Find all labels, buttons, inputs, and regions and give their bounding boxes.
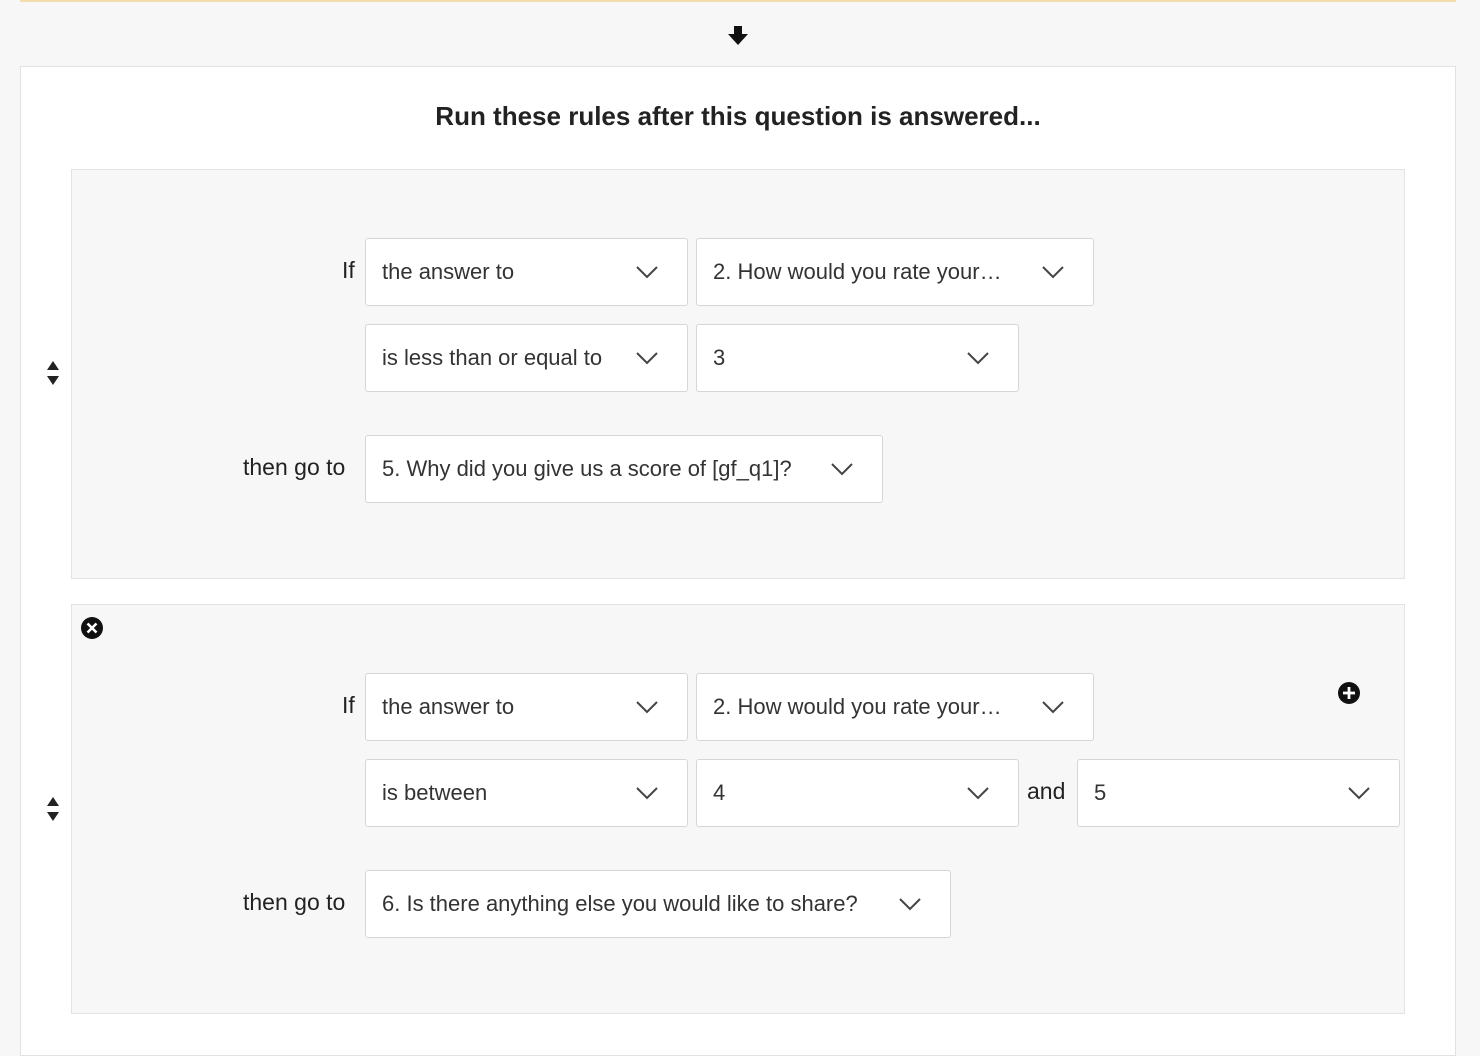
arrow-down-icon xyxy=(728,26,748,45)
chevron-down-icon xyxy=(1347,786,1371,800)
chevron-down-icon xyxy=(966,351,990,365)
target-question-value: 6. Is there anything else you would like… xyxy=(382,891,858,916)
sort-icon[interactable] xyxy=(44,358,62,388)
value-select[interactable]: 3 xyxy=(696,324,1019,392)
subject-select-value: the answer to xyxy=(382,694,515,719)
chevron-down-icon xyxy=(635,700,659,714)
target-question-select[interactable]: 5. Why did you give us a score of [gf_q1… xyxy=(365,435,883,503)
question-select[interactable]: 2. How would you rate your… xyxy=(696,673,1094,741)
subject-select-value: the answer to xyxy=(382,259,515,284)
value-select[interactable]: 4 xyxy=(696,759,1019,827)
second-value-select-value: 5 xyxy=(1094,780,1107,805)
previous-section-edge xyxy=(20,0,1456,2)
value-select-value: 3 xyxy=(713,345,726,370)
chevron-down-icon xyxy=(635,351,659,365)
chevron-down-icon xyxy=(966,786,990,800)
operator-select-value: is between xyxy=(382,780,488,805)
operator-select[interactable]: is less than or equal to xyxy=(365,324,688,392)
question-select-value: 2. How would you rate your… xyxy=(713,259,1002,284)
sort-icon[interactable] xyxy=(44,794,62,824)
operator-select[interactable]: is between xyxy=(365,759,688,827)
chevron-down-icon xyxy=(1041,700,1065,714)
and-label: and xyxy=(1027,778,1066,804)
chevron-down-icon xyxy=(898,897,922,911)
remove-circle-icon[interactable] xyxy=(80,616,104,640)
then-go-to-label: then go to xyxy=(243,454,346,480)
value-select-value: 4 xyxy=(713,780,726,805)
chevron-down-icon xyxy=(1041,265,1065,279)
question-select-value: 2. How would you rate your… xyxy=(713,694,1002,719)
if-label: If xyxy=(342,692,355,718)
target-question-select[interactable]: 6. Is there anything else you would like… xyxy=(365,870,951,938)
if-label: If xyxy=(342,257,355,283)
operator-select-value: is less than or equal to xyxy=(382,345,603,370)
add-circle-icon[interactable] xyxy=(1337,681,1361,705)
subject-select[interactable]: the answer to xyxy=(365,673,688,741)
chevron-down-icon xyxy=(635,265,659,279)
second-value-select[interactable]: 5 xyxy=(1077,759,1400,827)
subject-select[interactable]: the answer to xyxy=(365,238,688,306)
chevron-down-icon xyxy=(635,786,659,800)
question-select[interactable]: 2. How would you rate your… xyxy=(696,238,1094,306)
target-question-value: 5. Why did you give us a score of [gf_q1… xyxy=(382,456,792,481)
then-go-to-label: then go to xyxy=(243,889,346,915)
page-title: Run these rules after this question is a… xyxy=(435,101,1041,131)
chevron-down-icon xyxy=(830,462,854,476)
